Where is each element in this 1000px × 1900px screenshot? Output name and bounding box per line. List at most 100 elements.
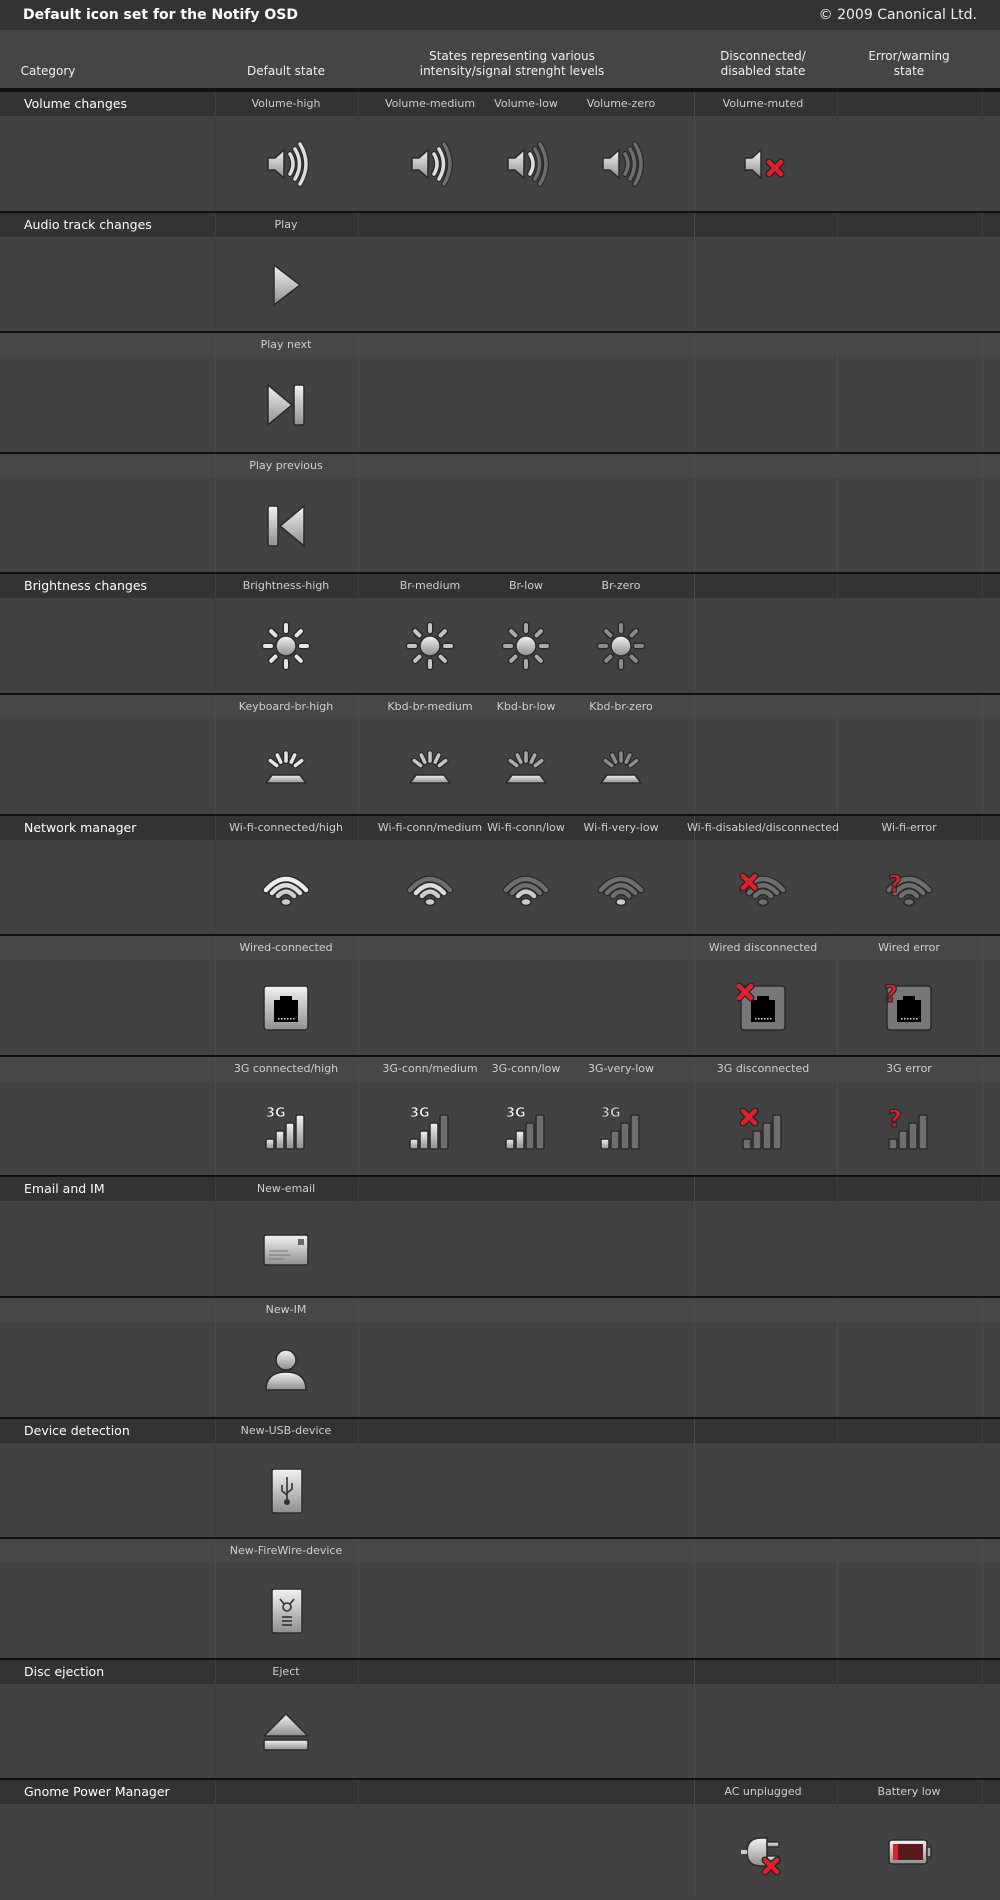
column-divider — [982, 1539, 983, 1658]
firewire-icon — [271, 1588, 303, 1634]
volume-icon — [744, 148, 785, 180]
icon-label: Play next — [260, 338, 312, 352]
3g-icon: 3G — [265, 1105, 305, 1150]
icon-label: Wired error — [878, 941, 940, 955]
brightness-icon — [405, 621, 455, 671]
icon-label: Play — [274, 217, 298, 231]
column-divider — [358, 453, 359, 572]
icon-label: Play previous — [249, 458, 323, 472]
row-label-strip — [0, 1177, 1000, 1202]
svg-text:?: ? — [884, 982, 898, 1008]
icon-label: Volume-zero — [586, 97, 656, 110]
3g-icon — [739, 1107, 782, 1150]
battery-icon — [888, 1839, 932, 1866]
kbd-icon — [599, 750, 643, 784]
next-icon — [267, 383, 305, 427]
column-divider — [215, 1056, 216, 1175]
column-divider — [215, 936, 216, 1055]
table-row: 3G connected/high 3G 3G-conn/medium 3G 3G-co… — [0, 1054, 1000, 1175]
table-row: Gnome Power Manager AC unplugged Battery l… — [0, 1778, 1000, 1899]
column-divider — [694, 212, 695, 331]
column-divider — [694, 1659, 695, 1778]
column-divider — [358, 92, 359, 210]
row-label-strip — [0, 1659, 1000, 1684]
column-divider — [215, 574, 216, 693]
icon-label: Wi-fi-conn/medium — [377, 820, 483, 834]
column-divider — [215, 1177, 216, 1296]
column-divider — [982, 815, 983, 934]
wired-icon — [737, 982, 786, 1031]
page-title: Default icon set for the Notify OSD — [23, 7, 298, 23]
category-label: Device detection — [24, 1422, 130, 1438]
column-divider — [694, 1298, 695, 1416]
column-divider — [358, 1177, 359, 1296]
ac-icon — [741, 1837, 781, 1876]
icon-label: Volume-high — [251, 97, 321, 110]
column-divider — [982, 212, 983, 331]
column-divider — [694, 333, 695, 452]
usb-icon — [271, 1467, 303, 1514]
column-divider — [694, 1539, 695, 1658]
icon-label: Volume-low — [494, 97, 558, 110]
column-divider — [982, 1298, 983, 1416]
category-label: Audio track changes — [24, 216, 152, 232]
column-divider — [837, 936, 838, 1055]
category-label: Volume changes — [24, 96, 127, 111]
svg-text:?: ? — [888, 1105, 902, 1133]
svg-text:3G: 3G — [266, 1106, 286, 1121]
row-label-strip — [0, 574, 1000, 599]
column-divider — [982, 574, 983, 693]
wifi-icon — [502, 875, 550, 906]
column-divider — [694, 1177, 695, 1296]
column-divider — [358, 1298, 359, 1416]
column-divider — [358, 1780, 359, 1899]
icon-label: New-FireWire-device — [229, 1544, 343, 1558]
icon-label: Kbd-br-medium — [387, 700, 473, 713]
column-divider — [215, 1780, 216, 1899]
brightness-icon — [501, 621, 551, 671]
icon-label: Volume-muted — [722, 97, 804, 110]
3g-icon: ? — [888, 1104, 928, 1150]
icon-label: Volume-medium — [384, 97, 476, 110]
column-divider — [215, 333, 216, 452]
icon-label: New-IM — [265, 1303, 307, 1316]
column-divider — [358, 695, 359, 813]
column-divider — [982, 1780, 983, 1899]
svg-text:3G: 3G — [410, 1106, 430, 1121]
3g-icon: 3G — [409, 1105, 449, 1150]
icon-label: Keyboard-br-high — [238, 700, 334, 713]
column-divider — [215, 1539, 216, 1658]
table-row: Device detection New-USB-device — [0, 1416, 1000, 1537]
column-divider — [982, 453, 983, 572]
column-divider — [982, 1659, 983, 1778]
kbd-icon — [264, 750, 308, 784]
column-divider — [358, 574, 359, 693]
email-icon — [263, 1234, 309, 1267]
icon-label: Wi-fi-error — [881, 820, 937, 834]
svg-text:3G: 3G — [506, 1106, 526, 1121]
copyright: © 2009 Canonical Ltd. — [818, 7, 977, 23]
column-header-intensity: States representing various intensity/si… — [419, 49, 605, 78]
column-divider — [215, 1298, 216, 1416]
icon-label: New-email — [256, 1182, 316, 1196]
icon-label: Wi-fi-very-low — [583, 820, 659, 834]
column-divider — [982, 333, 983, 452]
icon-label: 3G disconnected — [716, 1061, 810, 1075]
icon-label: Kbd-br-zero — [589, 700, 653, 713]
column-divider — [837, 695, 838, 813]
icon-label: Br-medium — [399, 579, 461, 593]
column-header-error: Error/warning state — [868, 49, 950, 78]
column-divider — [982, 1418, 983, 1537]
icon-label: Wi-fi-disabled/disconnected — [687, 820, 839, 834]
column-divider — [837, 1539, 838, 1658]
icon-label: 3G-conn/low — [491, 1061, 561, 1075]
svg-text:3G: 3G — [601, 1106, 621, 1121]
wifi-icon — [597, 875, 645, 906]
icon-label: Wired disconnected — [708, 941, 818, 955]
column-divider — [215, 212, 216, 331]
column-divider — [837, 212, 838, 331]
column-header-disconnected: Disconnected/ disabled state — [720, 49, 806, 78]
table-row: Network manager Wi-fi-connected/high Wi-fi… — [0, 813, 1000, 934]
column-divider — [694, 1418, 695, 1537]
category-label: Email and IM — [24, 1181, 105, 1197]
